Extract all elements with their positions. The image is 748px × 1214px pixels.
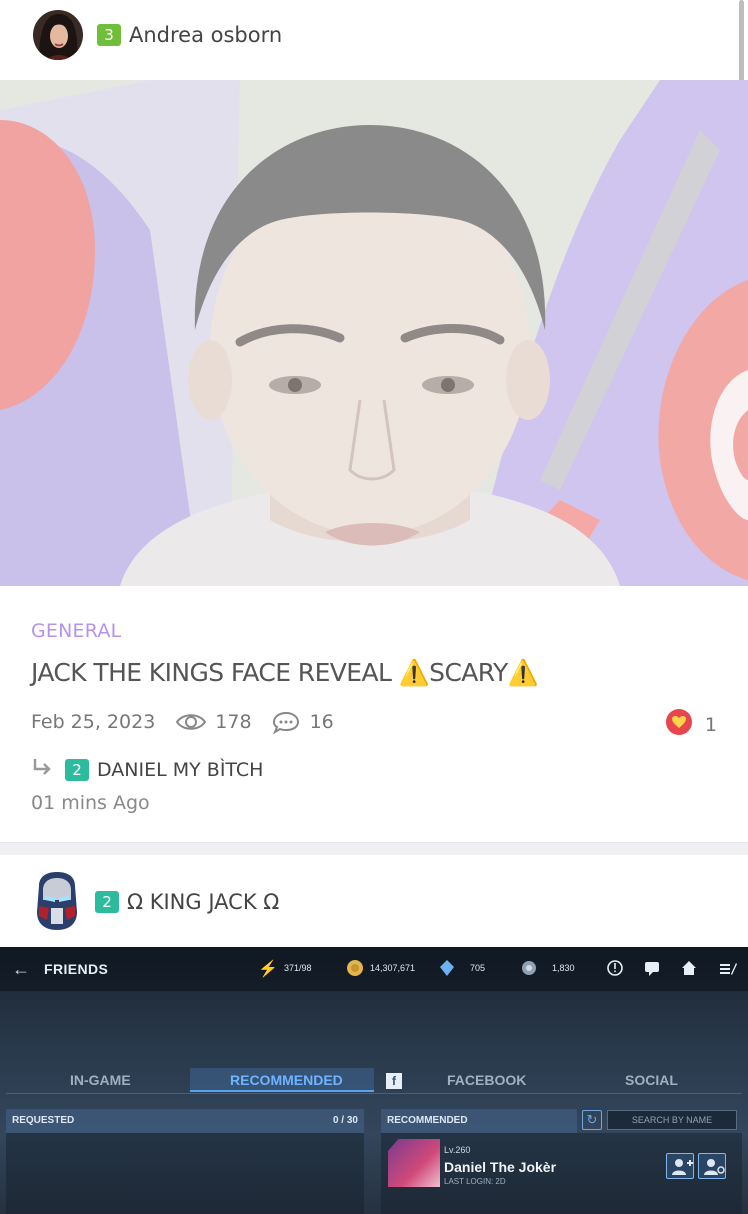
energy-stat: 371/98 [284,963,312,973]
units-icon [520,959,538,977]
requested-panel-header: REQUESTED 0 / 30 [6,1109,364,1133]
like-count: 1 [704,713,717,736]
tab-social[interactable]: SOCIAL [625,1072,678,1088]
like-button[interactable]: 1 [665,708,717,741]
add-friend-icon [672,1159,693,1175]
chat-icon[interactable] [643,959,661,977]
reply-author-name[interactable]: DANIEL MY BÌTCH [97,759,263,781]
profile-icon [704,1159,725,1175]
comment-count: 16 [309,711,334,733]
tab-recommended[interactable]: RECOMMENDED [230,1072,343,1088]
add-friend-button[interactable] [666,1153,694,1179]
facebook-icon: f [386,1073,402,1089]
view-profile-button[interactable] [698,1153,726,1179]
author-avatar[interactable] [33,10,83,60]
post-body[interactable]: GENERAL JACK THE KINGS FACE REVEAL ⚠️SCA… [0,586,748,842]
back-arrow-icon: ← [12,959,30,979]
game-topbar: ← FRIENDS ⚡ 371/98 14,307,671 705 1,830 [0,947,748,991]
post-author-row[interactable]: 3 Andrea osborn [0,0,748,70]
tab-in-game[interactable]: IN-GAME [70,1072,131,1088]
crystal-stat: 705 [470,963,486,973]
next-post-author-row[interactable]: 2 Ω KING JACK Ω [0,867,748,937]
eye-icon [175,711,207,733]
view-count: 178 [215,711,252,733]
comment-icon [272,710,300,734]
post-category[interactable]: GENERAL [31,620,121,642]
reply-arrow-icon [31,757,53,782]
refresh-icon[interactable]: ↻ [582,1110,602,1130]
post-divider [0,842,748,855]
post-title[interactable]: JACK THE KINGS FACE REVEAL ⚠️SCARY⚠️ [31,658,539,688]
next-author-avatar[interactable] [33,872,81,932]
author-level-badge: 3 [97,24,121,46]
heart-icon [665,708,693,741]
gold-icon [346,959,364,977]
friend-last-login: LAST LOGIN: 2D [444,1177,506,1186]
latest-reply[interactable]: 2 DANIEL MY BÌTCH [31,757,263,782]
game-title: FRIENDS [44,961,109,977]
requested-label: REQUESTED [12,1115,75,1126]
requested-panel [6,1133,364,1214]
game-tabs: IN-GAME RECOMMENDED f FACEBOOK SOCIAL [6,1068,742,1094]
post-image[interactable] [0,80,748,586]
post-meta: Feb 25, 2023 178 16 [31,710,334,734]
friend-card[interactable]: Lv.260 Daniel The Jokèr LAST LOGIN: 2D [386,1135,736,1191]
energy-icon: ⚡ [258,961,278,978]
search-by-name-input[interactable]: SEARCH BY NAME [607,1110,737,1130]
crystal-icon [438,959,456,977]
tab-facebook[interactable]: FACEBOOK [447,1072,526,1088]
next-author-name[interactable]: Ω KING JACK Ω [127,890,279,914]
recommended-panel-header: RECOMMENDED [381,1109,577,1133]
friend-level: Lv.260 [444,1145,471,1155]
game-screenshot[interactable]: ← FRIENDS ⚡ 371/98 14,307,671 705 1,830 [0,947,748,1214]
reply-level-badge: 2 [65,758,89,781]
home-icon[interactable] [680,959,698,977]
post-date: Feb 25, 2023 [31,711,156,733]
next-author-level-badge: 2 [95,891,119,913]
friend-name: Daniel The Jokèr [444,1159,557,1175]
recommended-label: RECOMMENDED [387,1115,468,1126]
author-name[interactable]: Andrea osborn [129,23,282,47]
menu-icon[interactable] [718,959,737,977]
reply-time: 01 mins Ago [31,792,150,814]
units-stat: 1,830 [552,963,575,973]
requested-count: 0 / 30 [332,1115,358,1126]
friend-avatar[interactable] [388,1139,440,1187]
alert-icon[interactable] [606,959,624,977]
gold-stat: 14,307,671 [370,963,416,973]
